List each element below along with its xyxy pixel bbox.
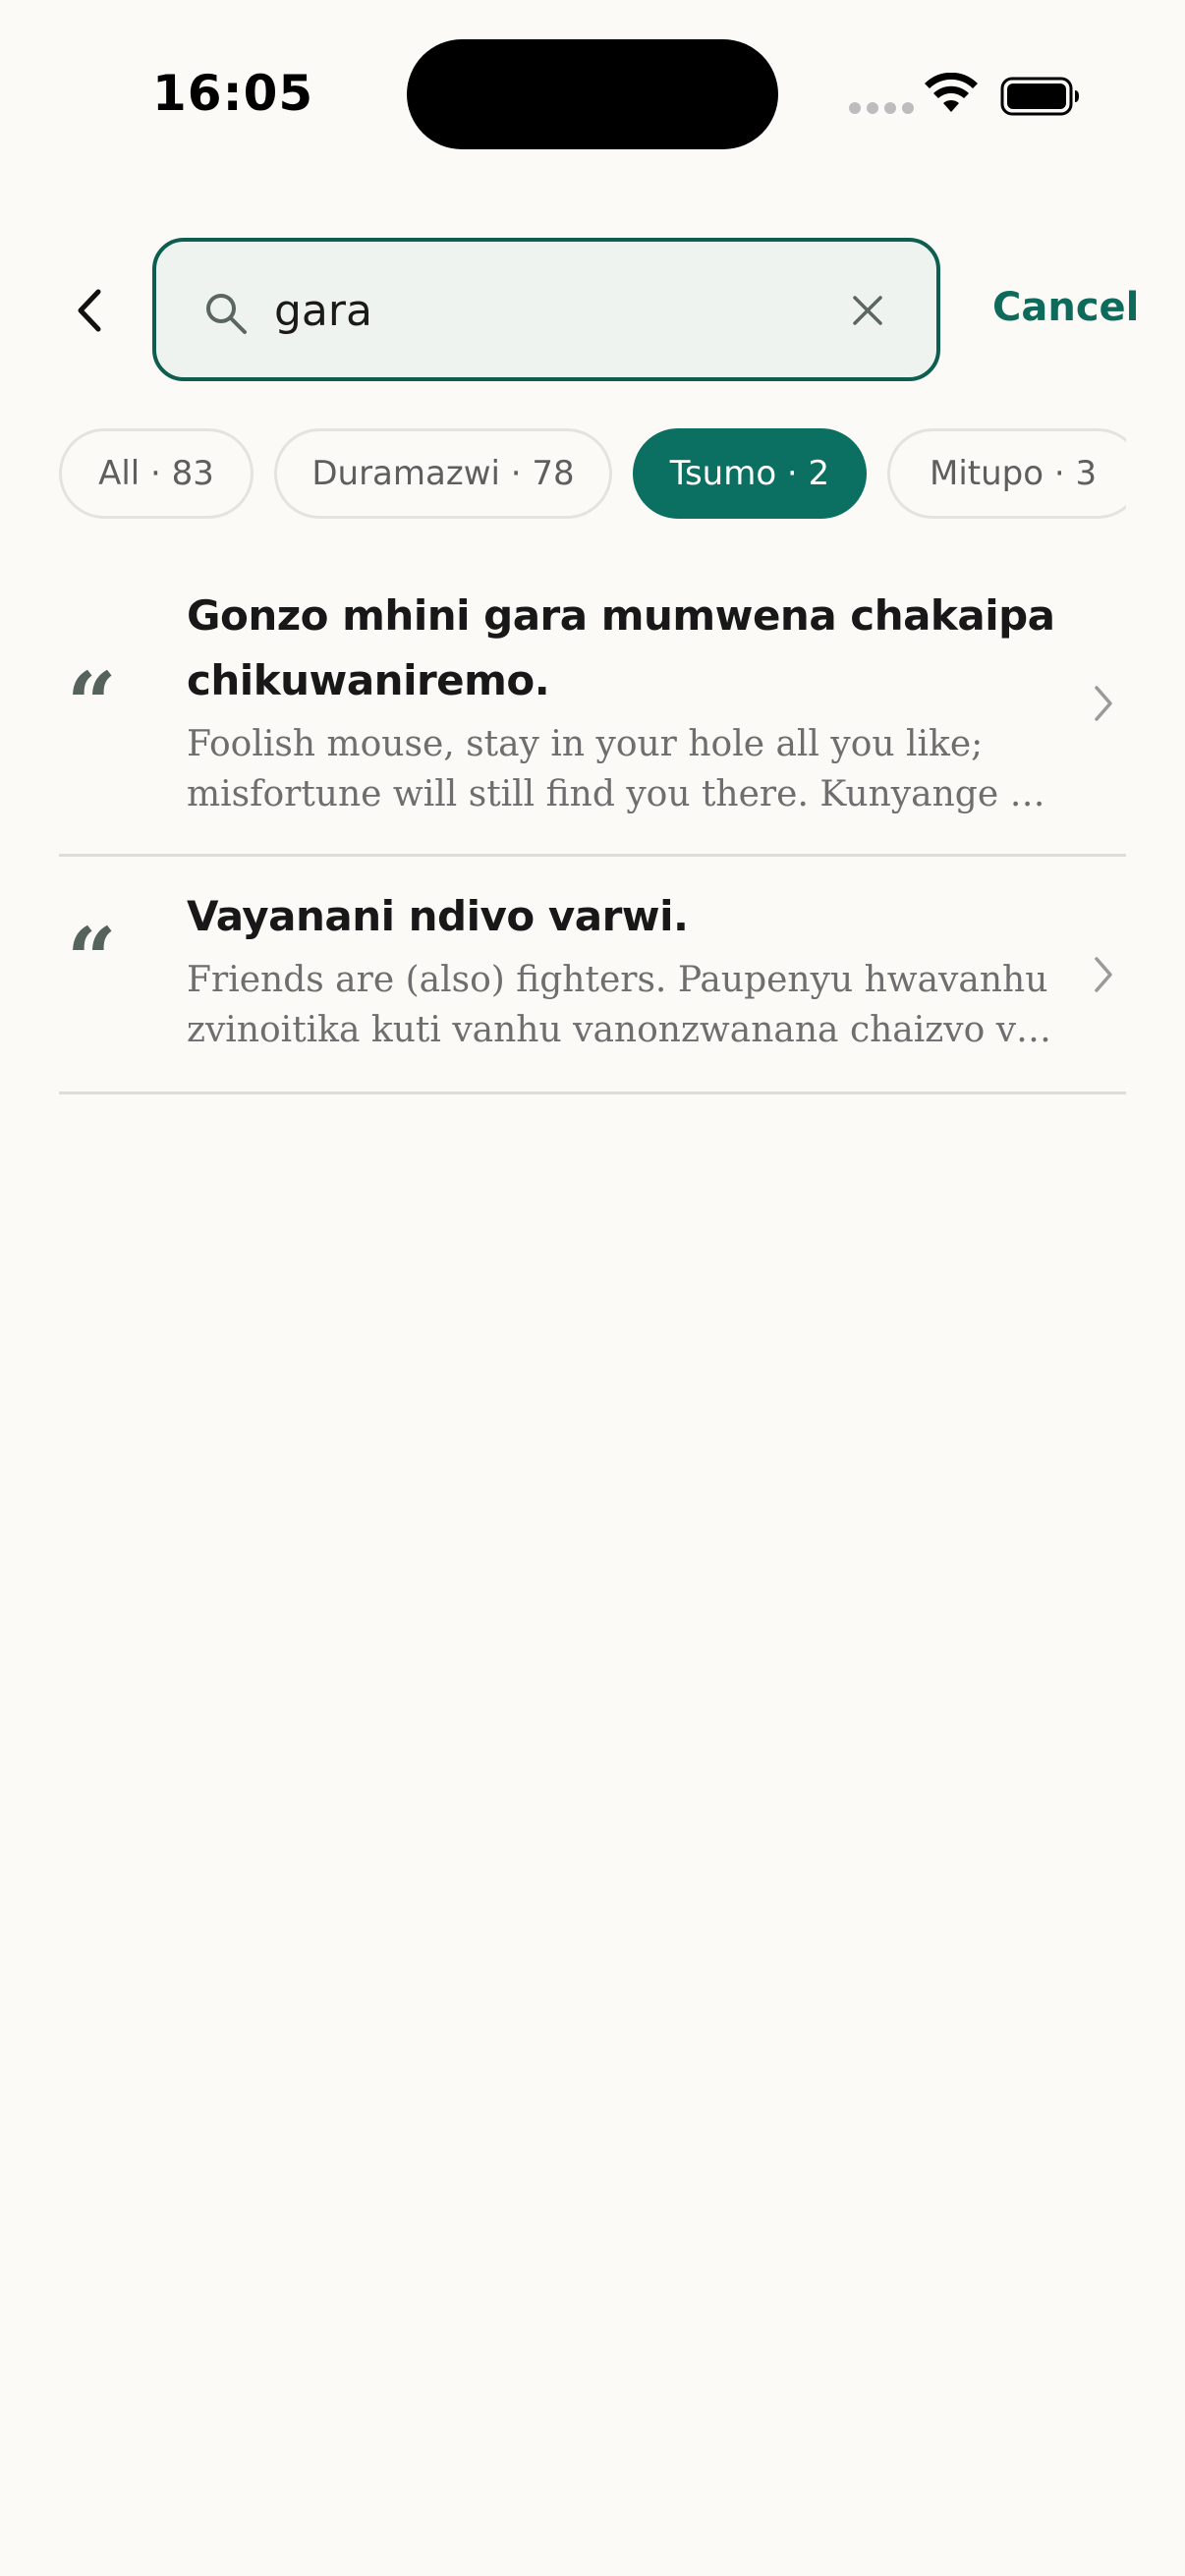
chevron-right-icon	[1095, 957, 1112, 992]
battery-icon	[1000, 77, 1079, 116]
filter-chips: All · 83 Duramazwi · 78 Tsumo · 2 Mitupo…	[59, 428, 1126, 519]
search-input[interactable]	[274, 271, 824, 350]
result-snippet: Friends are (also) fighters. Paupenyu hw…	[187, 960, 1052, 1050]
quote-icon: “	[67, 908, 117, 1010]
list-item[interactable]: “ Vayanani ndivo varwi. Friends are (als…	[59, 857, 1126, 1094]
filter-chip-mitupo[interactable]: Mitupo · 3	[887, 428, 1126, 519]
clear-search-button[interactable]	[838, 281, 897, 340]
dynamic-island	[407, 39, 778, 149]
result-title: Gonzo mhini gara mumwena chakaipa chikuw…	[187, 591, 1055, 704]
chevron-right-icon	[1095, 686, 1112, 721]
search-box[interactable]	[152, 238, 940, 381]
status-time: 16:05	[152, 65, 314, 122]
filter-chip-duramazwi[interactable]: Duramazwi · 78	[274, 428, 612, 519]
search-icon	[206, 294, 247, 334]
wifi-icon	[925, 73, 978, 112]
quote-icon: “	[67, 652, 117, 755]
divider	[59, 1092, 1126, 1094]
list-item[interactable]: “ Gonzo mhini gara mumwena chakaipa chik…	[59, 576, 1126, 857]
result-title: Vayanani ndivo varwi.	[187, 892, 689, 940]
filter-chip-all[interactable]: All · 83	[59, 428, 254, 519]
back-button[interactable]	[57, 279, 120, 342]
close-icon	[853, 296, 882, 325]
cancel-button[interactable]: Cancel	[992, 285, 1139, 330]
status-bar: 16:05	[0, 0, 1185, 196]
chevron-left-icon	[78, 289, 101, 332]
result-snippet: Foolish mouse, stay in your hole all you…	[187, 724, 1045, 814]
cellular-signal-icon	[849, 102, 914, 114]
filter-chip-tsumo[interactable]: Tsumo · 2	[633, 428, 867, 519]
